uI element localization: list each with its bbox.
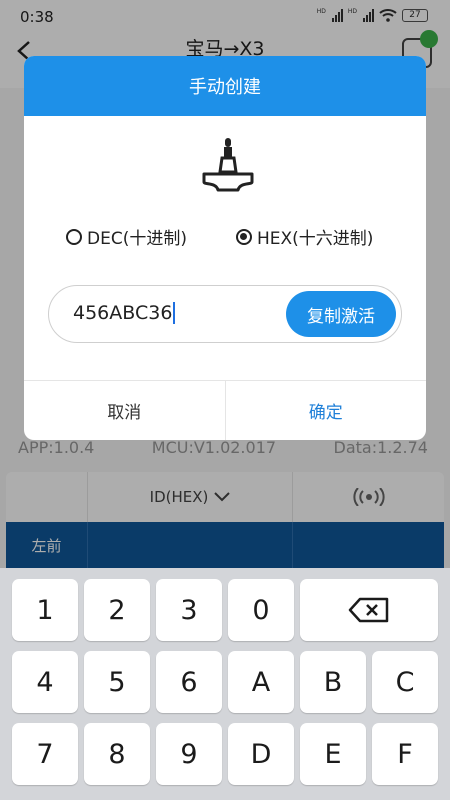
key-5[interactable]: 5	[84, 651, 150, 713]
radio-hex-label: HEX(十六进制)	[257, 229, 374, 249]
copy-activate-button[interactable]: 复制激活	[286, 291, 396, 337]
sensor-id-input[interactable]: 456ABC36 复制激活	[48, 285, 402, 343]
backspace-key[interactable]	[300, 579, 438, 641]
key-e[interactable]: E	[300, 723, 366, 785]
sensor-id-value[interactable]: 456ABC36	[73, 302, 176, 324]
confirm-button[interactable]: 确定	[226, 381, 427, 440]
key-4[interactable]: 4	[12, 651, 78, 713]
key-1[interactable]: 1	[12, 579, 78, 641]
key-6[interactable]: 6	[156, 651, 222, 713]
hex-keyboard: 1 2 3 0 4 5 6 A B C 7 8 9 D E F	[0, 568, 450, 800]
key-3[interactable]: 3	[156, 579, 222, 641]
dialog-title: 手动创建	[24, 56, 426, 116]
key-c[interactable]: C	[372, 651, 438, 713]
cancel-button[interactable]: 取消	[24, 381, 226, 440]
key-b[interactable]: B	[300, 651, 366, 713]
key-8[interactable]: 8	[84, 723, 150, 785]
dialog-footer: 取消 确定	[24, 380, 426, 440]
radio-dec-option[interactable]: DEC(十进制)	[66, 224, 187, 249]
key-a[interactable]: A	[228, 651, 294, 713]
radio-hex-option[interactable]: HEX(十六进制)	[236, 224, 373, 249]
key-f[interactable]: F	[372, 723, 438, 785]
radio-dec-icon	[66, 228, 82, 245]
key-9[interactable]: 9	[156, 723, 222, 785]
key-0[interactable]: 0	[228, 579, 294, 641]
radio-dec-label: DEC(十进制)	[87, 229, 187, 249]
tire-sensor-tool-icon	[202, 138, 254, 192]
manual-create-dialog: 手动创建 DEC(十进制) HEX(十六进制) 456ABC36 复制激活 取消…	[24, 56, 426, 440]
key-d[interactable]: D	[228, 723, 294, 785]
text-caret	[173, 302, 176, 324]
radio-hex-icon	[236, 228, 252, 245]
backspace-icon	[348, 597, 389, 623]
sensor-id-text: 456ABC36	[73, 302, 173, 324]
key-2[interactable]: 2	[84, 579, 150, 641]
key-7[interactable]: 7	[12, 723, 78, 785]
